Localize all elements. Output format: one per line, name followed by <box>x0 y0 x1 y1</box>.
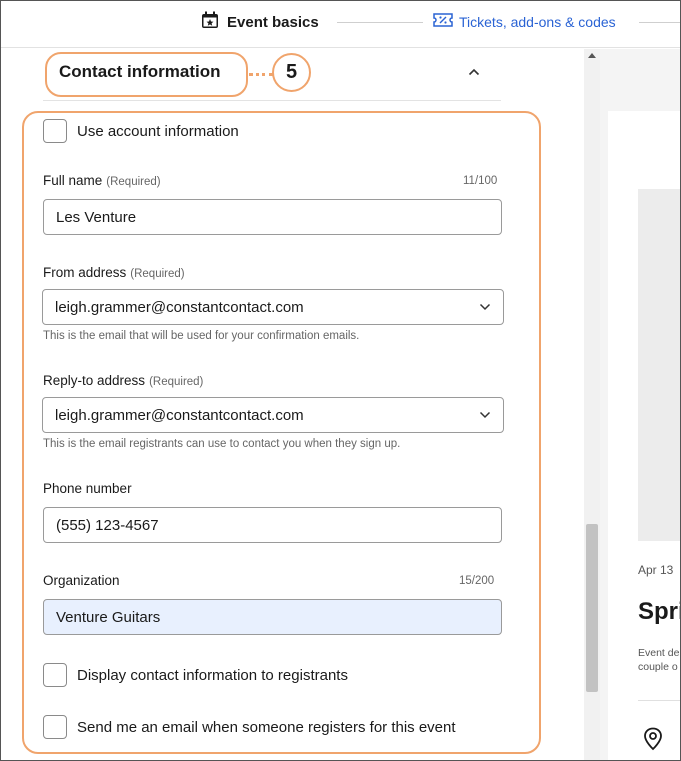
from-address-help: This is the email that will be used for … <box>43 330 360 342</box>
required-tag: (Required) <box>130 268 185 280</box>
use-account-row[interactable]: Use account information <box>43 119 239 143</box>
preview-image-placeholder <box>638 189 680 541</box>
reply-to-help: This is the email registrants can use to… <box>43 438 401 450</box>
display-contact-row[interactable]: Display contact information to registran… <box>43 663 348 687</box>
reply-to-label: Reply-to address (Required) <box>43 373 203 388</box>
chevron-down-icon <box>479 408 491 422</box>
use-account-label: Use account information <box>77 122 239 140</box>
scroll-up-arrow-icon[interactable] <box>588 53 596 58</box>
full-name-value: Les Venture <box>56 208 137 226</box>
callout-title-highlight <box>45 52 248 97</box>
full-name-label: Full name (Required) <box>43 173 161 188</box>
send-email-label: Send me an email when someone registers … <box>77 718 456 736</box>
full-name-input[interactable]: Les Venture <box>43 199 502 235</box>
tab-tickets-label: Tickets, add-ons & codes <box>459 13 616 30</box>
chevron-up-icon[interactable] <box>468 63 480 79</box>
preview-desc-line-2: couple o <box>638 661 678 673</box>
callout-connector <box>249 73 273 76</box>
from-address-label-text: From address <box>43 265 127 280</box>
send-email-row[interactable]: Send me an email when someone registers … <box>43 715 456 739</box>
tab-connector-line <box>337 22 423 23</box>
required-tag: (Required) <box>149 376 204 388</box>
preview-divider <box>638 700 680 701</box>
preview-date: Apr 13 <box>638 563 674 577</box>
ticket-percent-icon <box>433 13 453 30</box>
callout-number-badge: 5 <box>272 53 311 92</box>
organization-counter: 15/200 <box>459 575 495 587</box>
organization-input[interactable]: Venture Guitars <box>43 599 502 635</box>
app-window: Event basics Tickets, add-ons & codes Co… <box>0 0 681 761</box>
reply-to-label-text: Reply-to address <box>43 373 146 388</box>
use-account-checkbox[interactable] <box>43 119 67 143</box>
send-email-checkbox[interactable] <box>43 715 67 739</box>
phone-input[interactable]: (555) 123-4567 <box>43 507 502 543</box>
calendar-icon <box>201 11 219 33</box>
reply-to-select[interactable]: leigh.grammer@constantcontact.com <box>42 397 504 433</box>
scrollbar-thumb[interactable] <box>586 524 598 692</box>
display-contact-label: Display contact information to registran… <box>77 666 348 684</box>
organization-value: Venture Guitars <box>56 608 161 626</box>
preview-title: Spri <box>638 598 681 625</box>
tab-tickets[interactable]: Tickets, add-ons & codes <box>433 13 616 30</box>
from-address-label: From address (Required) <box>43 265 185 280</box>
organization-label: Organization <box>43 573 120 588</box>
display-contact-checkbox[interactable] <box>43 663 67 687</box>
chevron-down-icon <box>479 300 491 314</box>
top-nav: Event basics Tickets, add-ons & codes <box>1 1 680 48</box>
phone-value: (555) 123-4567 <box>56 516 159 534</box>
from-address-value: leigh.grammer@constantcontact.com <box>55 298 304 316</box>
full-name-label-text: Full name <box>43 173 103 188</box>
tab-event-basics[interactable]: Event basics <box>201 11 319 33</box>
preview-description: Event de couple o <box>638 646 679 674</box>
tab-event-basics-label: Event basics <box>227 13 319 31</box>
location-pin-icon <box>643 727 663 756</box>
phone-label: Phone number <box>43 481 132 496</box>
from-address-select[interactable]: leigh.grammer@constantcontact.com <box>42 289 504 325</box>
required-tag: (Required) <box>106 176 161 188</box>
tab-connector-line-right <box>639 22 680 23</box>
reply-to-value: leigh.grammer@constantcontact.com <box>55 406 304 424</box>
full-name-counter: 11/100 <box>463 175 498 187</box>
preview-desc-line-1: Event de <box>638 647 680 659</box>
